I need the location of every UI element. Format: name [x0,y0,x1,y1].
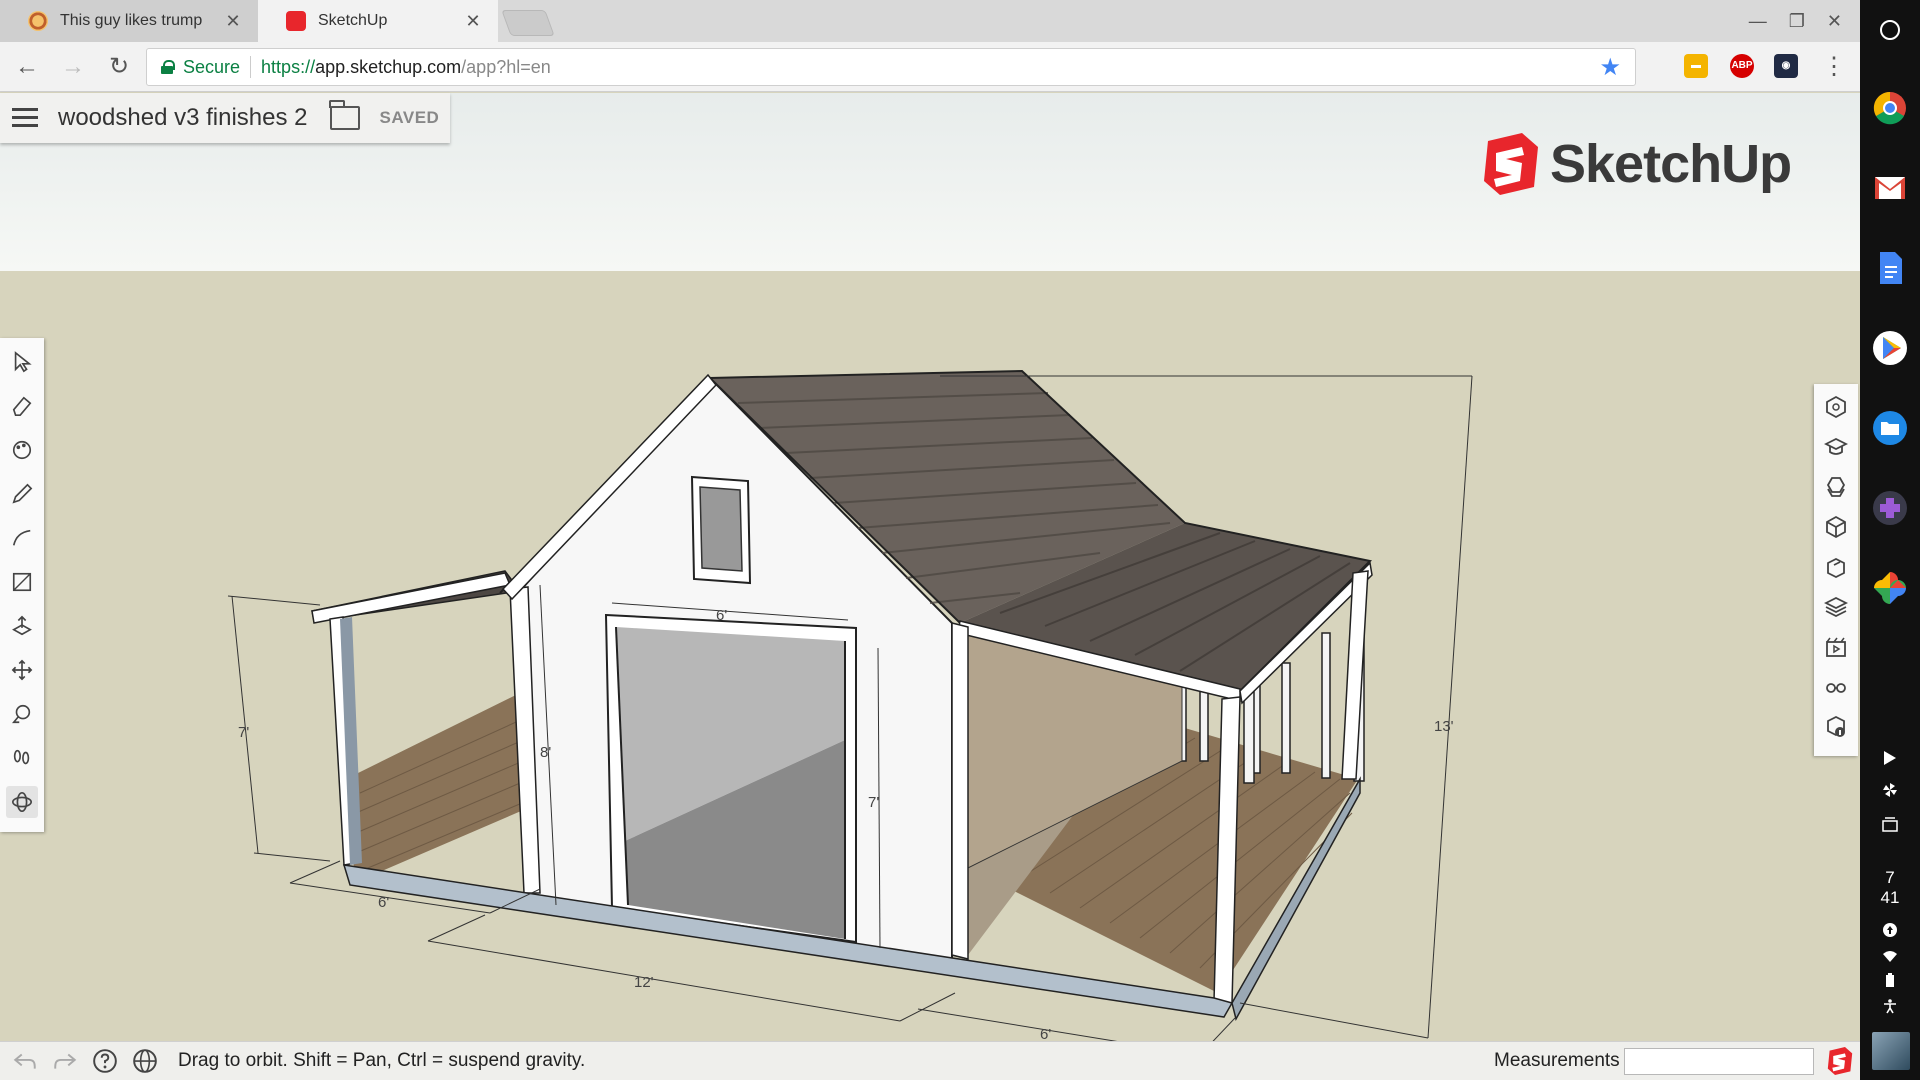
chromeos-shelf: 7 41 [1860,0,1920,1080]
tab-strip: This guy likes trump ✕ SketchUp ✕ — ❐ ✕ [0,0,1860,42]
scenes-icon[interactable] [1821,632,1851,662]
folder-icon[interactable] [328,100,360,130]
forward-icon[interactable]: → [58,52,88,82]
hamburger-menu-icon[interactable] [12,108,38,128]
dim-left-porch-height: 7' [238,724,249,741]
logo-text: SketchUp [1550,134,1792,194]
language-globe-icon[interactable] [130,1046,160,1076]
materials-icon[interactable] [1821,472,1851,502]
document-title[interactable]: woodshed v3 finishes 2 [58,104,308,132]
keep-extension-icon[interactable]: ▬ [1684,54,1708,78]
sketchup-logo: SketchUp [1482,133,1792,195]
tab-sketchup[interactable]: SketchUp ✕ [258,0,498,42]
tape-measure-tool-icon[interactable] [6,698,38,730]
window-controls: — ❐ ✕ [1749,0,1860,42]
sketchup-favicon-icon [286,11,306,31]
launcher-icon[interactable] [1880,20,1900,40]
close-window-icon[interactable]: ✕ [1827,11,1842,32]
dim-wall-height: 8' [540,744,551,761]
dim-right-porch-depth: 6' [1040,1026,1051,1041]
display-styles-icon[interactable] [1821,672,1851,702]
gmail-icon[interactable] [1870,168,1910,208]
instructor-icon[interactable] [1821,432,1851,462]
layers-icon[interactable] [1821,592,1851,622]
tab-this-guy-likes-trump[interactable]: This guy likes trump ✕ [0,0,258,42]
reload-icon[interactable]: ↻ [104,52,134,82]
dim-overall-height: 13' [1434,718,1454,735]
photos-icon[interactable] [1870,568,1910,608]
minimize-icon[interactable]: — [1749,11,1767,32]
measurements-label: Measurements [1494,1050,1620,1071]
new-tab-button[interactable] [501,10,555,36]
dim-door-width: 6' [716,607,727,624]
move-tool-icon[interactable] [6,654,38,686]
cast-icon[interactable] [1882,922,1898,938]
paint-bucket-tool-icon[interactable] [6,434,38,466]
close-tab-icon[interactable]: ✕ [224,11,242,32]
components-icon[interactable] [1821,392,1851,422]
model-info-icon[interactable] [1821,712,1851,742]
secure-label: Secure [183,56,241,77]
browser-toolbar: ← → ↻ Secure https://app.sketchup.com/ap… [0,42,1860,92]
arc-tool-icon[interactable] [6,522,38,554]
separator [250,56,252,78]
clock-hour: 7 [1885,868,1895,887]
rectangle-tool-icon[interactable] [6,566,38,598]
clock-minute: 41 [1880,888,1900,907]
adblock-plus-icon[interactable]: ABP [1730,54,1754,78]
address-bar[interactable]: Secure https://app.sketchup.com/app?hl=e… [146,48,1636,86]
help-icon[interactable] [90,1046,120,1076]
chrome-menu-icon[interactable]: ⋮ [1822,52,1846,82]
outliner-icon[interactable] [1821,552,1851,582]
bookmark-star-icon[interactable]: ★ [1599,53,1621,82]
sketchup-small-logo-icon[interactable] [1826,1047,1854,1075]
model-viewport[interactable]: 7' 6' 8' 7' 13' 6' 12' 6' [0,93,1860,1041]
measurements-input[interactable] [1624,1048,1814,1075]
tab-title: SketchUp [318,12,388,29]
game-controller-icon[interactable] [1870,488,1910,528]
woodshed-model: 7' 6' 8' 7' 13' 6' 12' 6' [227,369,1473,1041]
walk-tool-icon[interactable] [6,742,38,774]
wifi-icon[interactable] [1882,948,1898,964]
docs-icon[interactable] [1870,248,1910,288]
pinwheel-icon[interactable] [1882,782,1898,798]
close-tab-icon[interactable]: ✕ [464,11,482,32]
right-panel-toolbar [1814,384,1858,756]
eraser-tool-icon[interactable] [6,390,38,422]
left-toolbar [0,338,44,832]
sketchup-logo-icon [1484,133,1538,195]
save-status: SAVED [379,108,440,127]
files-icon[interactable] [1870,408,1910,448]
sketchup-app: 7' 6' 8' 7' 13' 6' 12' 6' woodshed v3 fi… [0,93,1860,1080]
redo-icon[interactable] [50,1046,80,1076]
lock-icon [161,60,175,74]
tab-title: This guy likes trump [60,12,203,29]
document-title-bar: woodshed v3 finishes 2 SAVED [0,93,450,143]
undo-icon[interactable] [10,1046,40,1076]
gallery-icon[interactable] [1882,816,1898,832]
pencil-tool-icon[interactable] [6,478,38,510]
chrome-icon[interactable] [1870,88,1910,128]
accessibility-icon[interactable] [1882,998,1898,1014]
battery-icon[interactable] [1882,972,1898,988]
select-tool-icon[interactable] [6,346,38,378]
dim-shed-length: 12' [634,974,654,991]
back-icon[interactable]: ← [12,52,42,82]
pizza-favicon-icon [28,11,48,31]
play-icon[interactable] [1882,750,1898,766]
dim-left-porch-depth: 6' [378,894,389,911]
url-text: https://app.sketchup.com/app?hl=en [261,56,551,77]
screen-capture-extension-icon[interactable]: ◉ [1774,54,1798,78]
system-clock[interactable]: 7 41 [1860,868,1920,908]
push-pull-tool-icon[interactable] [6,610,38,642]
dim-door-height: 7' [868,794,879,811]
orbit-tool-icon[interactable] [6,786,38,818]
restore-icon[interactable]: ❐ [1789,11,1805,32]
user-avatar[interactable] [1872,1032,1910,1070]
status-bar: Drag to orbit. Shift = Pan, Ctrl = suspe… [0,1041,1860,1080]
play-store-icon[interactable] [1870,328,1910,368]
status-hint: Drag to orbit. Shift = Pan, Ctrl = suspe… [178,1050,586,1071]
entity-info-icon[interactable] [1821,512,1851,542]
